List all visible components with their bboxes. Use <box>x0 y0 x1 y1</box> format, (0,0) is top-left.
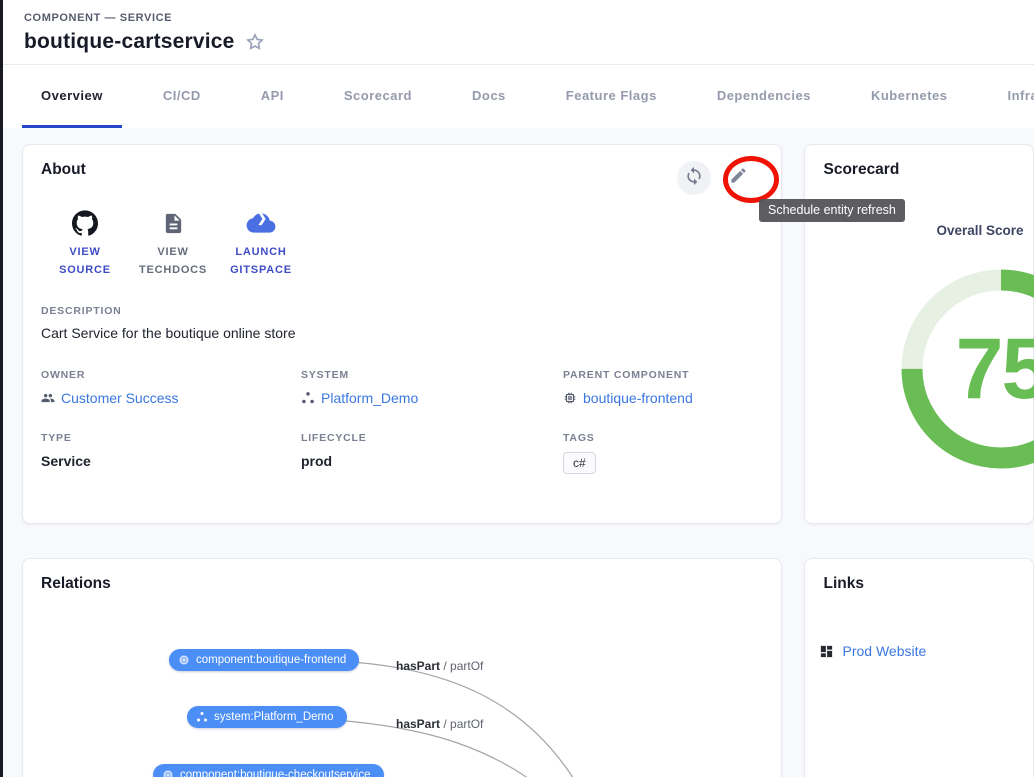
tab-cicd[interactable]: CI/CD <box>144 65 220 128</box>
relations-graph[interactable]: component:boutique-frontend system:Platf… <box>23 559 781 777</box>
tag-chip[interactable]: c# <box>563 452 596 474</box>
view-source-button[interactable]: VIEWSOURCE <box>41 209 129 279</box>
owner-label: OWNER <box>41 369 301 381</box>
relations-card: Relations component:boutique-frontend sy… <box>22 558 782 777</box>
star-favorite-icon[interactable] <box>245 32 265 52</box>
lifecycle-label: LIFECYCLE <box>301 432 563 444</box>
tags-label: TAGS <box>563 432 763 444</box>
system-link[interactable]: Platform_Demo <box>321 390 418 406</box>
tab-api[interactable]: API <box>242 65 303 128</box>
edge-label-haspart-2: hasPart / partOf <box>396 717 483 731</box>
about-card: About <box>22 144 782 524</box>
about-actions: VIEWSOURCE VIEWTECHDOCS ❯ <box>41 209 763 279</box>
page-title: boutique-cartservice <box>24 30 235 54</box>
owner-link[interactable]: Customer Success <box>61 390 178 406</box>
system-icon <box>301 391 315 405</box>
type-value: Service <box>41 453 301 469</box>
prod-website-link[interactable]: Prod Website <box>842 643 926 659</box>
launch-gitspace-button[interactable]: ❯ LAUNCHGITSPACE <box>217 209 305 279</box>
lifecycle-value: prod <box>301 453 563 469</box>
refresh-icon <box>684 166 704 191</box>
document-icon <box>162 209 185 237</box>
overview-content: About <box>0 128 1034 777</box>
parent-component-label: PARENT COMPONENT <box>563 369 763 381</box>
launch-gitspace-label: LAUNCHGITSPACE <box>230 244 292 279</box>
system-label: SYSTEM <box>301 369 563 381</box>
cloud-gitspace-icon: ❯ <box>246 209 276 237</box>
about-card-title: About <box>41 161 86 179</box>
links-card: Links Prod Website <box>804 558 1034 777</box>
nav-edge-strip <box>0 0 3 777</box>
tab-kubernetes[interactable]: Kubernetes <box>852 65 967 128</box>
description-value: Cart Service for the boutique online sto… <box>41 325 763 341</box>
entity-header: COMPONENT — SERVICE boutique-cartservice <box>0 0 1034 65</box>
view-source-label: VIEWSOURCE <box>59 244 111 279</box>
link-row-prod-website[interactable]: Prod Website <box>819 643 926 659</box>
description-label: DESCRIPTION <box>41 305 763 317</box>
type-label: TYPE <box>41 432 301 444</box>
tab-overview[interactable]: Overview <box>22 65 122 128</box>
overall-score-label: Overall Score <box>936 223 1023 238</box>
tab-docs[interactable]: Docs <box>453 65 525 128</box>
score-gauge: 75 <box>901 269 1034 469</box>
component-chip-icon <box>162 769 174 777</box>
tab-infrastructure[interactable]: Infrastructure <box>989 65 1034 128</box>
component-chip-icon <box>563 391 577 405</box>
links-card-title: Links <box>823 575 1015 593</box>
score-value: 75 <box>901 269 1034 469</box>
scorecard-card-title: Scorecard <box>823 161 1015 179</box>
github-icon <box>72 209 98 237</box>
breadcrumb: COMPONENT — SERVICE <box>24 12 1010 24</box>
tab-bar: Overview CI/CD API Scorecard Docs Featur… <box>0 65 1034 128</box>
dashboard-icon <box>819 644 834 659</box>
refresh-button[interactable] <box>677 161 711 195</box>
relation-node-boutique-frontend[interactable]: component:boutique-frontend <box>169 649 359 671</box>
view-techdocs-label: VIEWTECHDOCS <box>139 244 207 279</box>
relation-node-platform-demo[interactable]: system:Platform_Demo <box>187 706 347 728</box>
pencil-icon <box>729 166 748 190</box>
tab-scorecard[interactable]: Scorecard <box>325 65 431 128</box>
tab-dependencies[interactable]: Dependencies <box>698 65 830 128</box>
tooltip: Schedule entity refresh <box>759 199 905 222</box>
system-icon <box>196 711 208 723</box>
component-chip-icon <box>178 654 190 666</box>
people-icon <box>41 391 55 405</box>
tab-feature-flags[interactable]: Feature Flags <box>547 65 676 128</box>
relation-node-boutique-checkoutservice[interactable]: component:boutique-checkoutservice <box>153 764 384 777</box>
edit-button[interactable] <box>725 165 751 191</box>
edge-label-haspart-1: hasPart / partOf <box>396 659 483 673</box>
view-techdocs-button[interactable]: VIEWTECHDOCS <box>129 209 217 279</box>
parent-component-link[interactable]: boutique-frontend <box>583 390 693 406</box>
